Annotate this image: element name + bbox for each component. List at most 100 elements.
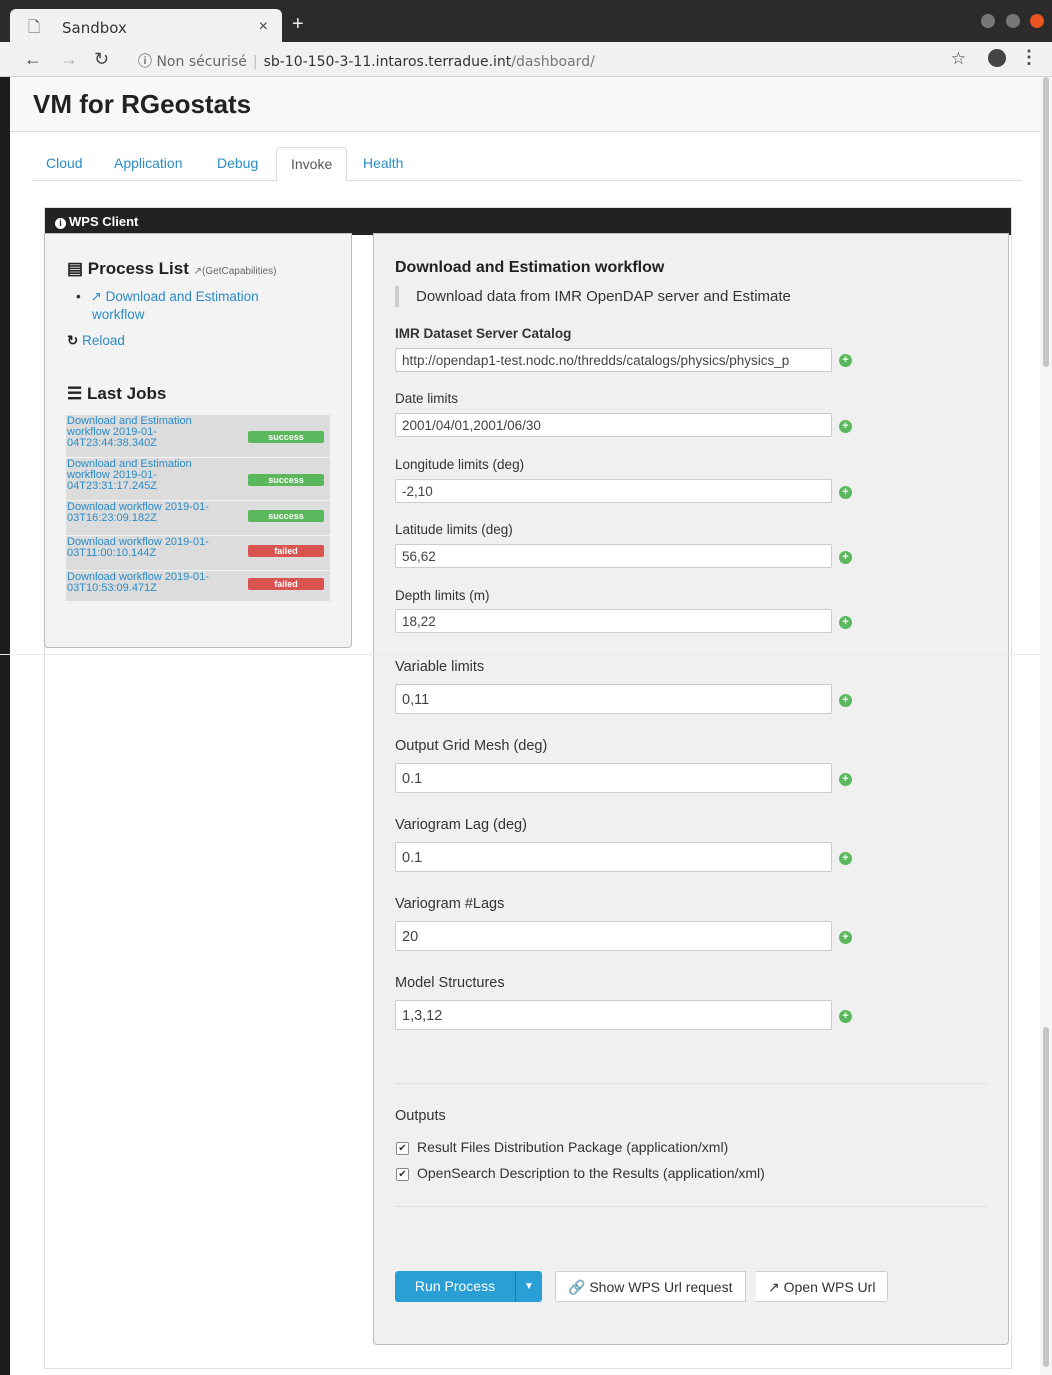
field-label: IMR Dataset Server Catalog bbox=[395, 326, 572, 341]
process-link[interactable]: Download and Estimation bbox=[106, 289, 259, 304]
reload-label: Reload bbox=[82, 333, 125, 348]
show-url-label: Show WPS Url request bbox=[589, 1279, 733, 1295]
process-link-continued[interactable]: workflow bbox=[92, 307, 145, 322]
server-icon: ☰ bbox=[67, 384, 83, 403]
form-description: Download data from IMR OpenDAP server an… bbox=[416, 288, 791, 305]
job-name[interactable]: Download and Estimation workflow 2019-01… bbox=[67, 416, 237, 449]
divider bbox=[395, 1083, 987, 1084]
longitude-input[interactable]: -2,10 bbox=[395, 479, 832, 503]
job-name[interactable]: Download workflow 2019-01-03T16:23:09.18… bbox=[67, 502, 237, 524]
status-badge: failed bbox=[248, 578, 324, 590]
maximize-icon[interactable] bbox=[1005, 14, 1020, 28]
url-host: sb-10-150-3-11.intaros.terradue.int bbox=[263, 54, 512, 70]
job-row[interactable]: Download and Estimation workflow 2019-01… bbox=[66, 414, 330, 457]
field-label: Depth limits (m) bbox=[395, 588, 490, 603]
document-icon: 🗋 bbox=[28, 19, 41, 36]
checkbox[interactable]: ✔ bbox=[396, 1141, 409, 1155]
open-url-label: Open WPS Url bbox=[783, 1279, 876, 1295]
job-name[interactable]: Download workflow 2019-01-03T10:53:09.47… bbox=[67, 572, 237, 594]
add-plus-icon[interactable]: + bbox=[839, 486, 852, 499]
job-name[interactable]: Download and Estimation workflow 2019-01… bbox=[67, 459, 237, 492]
window-edge bbox=[0, 77, 10, 1375]
security-label: Non sécurisé bbox=[156, 54, 247, 70]
variogram-lag-input[interactable]: 0.1 bbox=[395, 842, 832, 872]
link-icon: 🔗 bbox=[568, 1279, 586, 1295]
process-list-title: Process List bbox=[87, 259, 189, 278]
job-row[interactable]: Download workflow 2019-01-03T10:53:09.47… bbox=[66, 570, 330, 601]
add-plus-icon[interactable]: + bbox=[839, 354, 852, 367]
address-bar: ← → ↻ ⓘ Non sécurisé | sb-10-150-3-11.inta… bbox=[0, 42, 1052, 77]
reload-page-icon[interactable]: ↻ bbox=[94, 49, 109, 70]
add-plus-icon[interactable]: + bbox=[839, 931, 852, 944]
tab-debug[interactable]: Debug bbox=[203, 147, 272, 180]
close-window-icon[interactable] bbox=[1030, 14, 1044, 28]
output-label: Result Files Distribution Package (appli… bbox=[417, 1139, 729, 1155]
new-tab-button[interactable]: + bbox=[292, 14, 304, 34]
browser-tabbar: 🗋 Sandbox × + bbox=[0, 0, 1052, 42]
job-row[interactable]: Download workflow 2019-01-03T16:23:09.18… bbox=[66, 500, 330, 535]
add-plus-icon[interactable]: + bbox=[839, 420, 852, 433]
depth-input[interactable]: 18,22 bbox=[395, 609, 832, 633]
browser-menu-icon[interactable]: ⋮ bbox=[1020, 47, 1038, 68]
url-path: /dashboard/ bbox=[511, 54, 595, 70]
scroll-thumb[interactable] bbox=[1043, 77, 1049, 367]
panel-title: WPS Client bbox=[69, 214, 139, 229]
blockquote-bar bbox=[395, 286, 399, 307]
catalog-input[interactable]: http://opendap1-test.nodc.no/thredds/cat… bbox=[395, 348, 832, 372]
url-field[interactable]: ⓘ Non sécurisé | sb-10-150-3-11.intaros.te… bbox=[138, 51, 595, 71]
bookmark-star-icon[interactable]: ☆ bbox=[951, 49, 966, 69]
get-capabilities-link[interactable]: (GetCapabilities) bbox=[202, 266, 276, 277]
date-limits-input[interactable]: 2001/04/01,2001/06/30 bbox=[395, 413, 832, 437]
caret-down-icon[interactable]: ▼ bbox=[515, 1271, 542, 1302]
forward-icon[interactable]: → bbox=[60, 49, 78, 70]
add-plus-icon[interactable]: + bbox=[839, 852, 852, 865]
field-label: Output Grid Mesh (deg) bbox=[395, 738, 548, 754]
add-plus-icon[interactable]: + bbox=[839, 1010, 852, 1023]
latitude-input[interactable]: 56,62 bbox=[395, 544, 832, 568]
model-structures-input[interactable]: 1,3,12 bbox=[395, 1000, 832, 1030]
output-checkbox-row[interactable]: ✔ OpenSearch Description to the Results (… bbox=[396, 1165, 765, 1181]
back-icon[interactable]: ← bbox=[24, 49, 42, 70]
account-icon[interactable] bbox=[988, 49, 1006, 67]
variogram-lags-input[interactable]: 20 bbox=[395, 921, 832, 951]
status-badge: success bbox=[248, 431, 324, 443]
grid-mesh-input[interactable]: 0.1 bbox=[395, 763, 832, 793]
info-circle-icon: i bbox=[55, 218, 66, 229]
job-name[interactable]: Download workflow 2019-01-03T11:00:10.14… bbox=[67, 537, 237, 559]
browser-tab-title: Sandbox bbox=[62, 19, 127, 37]
add-plus-icon[interactable]: + bbox=[839, 551, 852, 564]
external-link-icon: ↗ bbox=[90, 289, 102, 304]
scroll-thumb[interactable] bbox=[1043, 1027, 1049, 1367]
job-row[interactable]: Download and Estimation workflow 2019-01… bbox=[66, 457, 330, 500]
outputs-title: Outputs bbox=[395, 1108, 446, 1124]
close-tab-icon[interactable]: × bbox=[259, 18, 268, 36]
checkbox[interactable]: ✔ bbox=[396, 1167, 409, 1181]
minimize-icon[interactable] bbox=[981, 14, 996, 28]
variable-limits-input[interactable]: 0,11 bbox=[395, 684, 832, 714]
run-process-button[interactable]: Run Process bbox=[395, 1271, 515, 1302]
show-wps-url-button[interactable]: 🔗 Show WPS Url request bbox=[555, 1271, 746, 1302]
process-list-heading: ▤ Process List ↗(GetCapabilities) bbox=[67, 259, 277, 279]
tab-invoke[interactable]: Invoke bbox=[276, 147, 348, 182]
tab-cloud[interactable]: Cloud bbox=[32, 147, 97, 180]
info-icon: ⓘ bbox=[138, 54, 157, 70]
reload-link[interactable]: ↻ Reload bbox=[67, 333, 125, 349]
jobs-list: Download and Estimation workflow 2019-01… bbox=[66, 414, 330, 601]
window-controls bbox=[975, 14, 1044, 33]
add-plus-icon[interactable]: + bbox=[839, 694, 852, 707]
tab-application[interactable]: Application bbox=[100, 147, 197, 180]
scrollbar[interactable] bbox=[1040, 77, 1052, 1375]
open-wps-url-button[interactable]: ↗ Open WPS Url bbox=[756, 1271, 889, 1302]
add-plus-icon[interactable]: + bbox=[839, 616, 852, 629]
main-tabs: Cloud Application Debug Invoke Health bbox=[32, 147, 1022, 182]
browser-tab[interactable]: 🗋 Sandbox × bbox=[10, 9, 282, 42]
output-checkbox-row[interactable]: ✔ Result Files Distribution Package (appl… bbox=[396, 1139, 728, 1155]
job-row[interactable]: Download workflow 2019-01-03T11:00:10.14… bbox=[66, 535, 330, 570]
bullet: • bbox=[76, 289, 81, 304]
add-plus-icon[interactable]: + bbox=[839, 773, 852, 786]
last-jobs-heading: ☰ Last Jobs bbox=[67, 384, 166, 404]
field-label: Variogram #Lags bbox=[395, 896, 505, 912]
tab-health[interactable]: Health bbox=[349, 147, 417, 180]
refresh-icon: ↻ bbox=[67, 333, 79, 348]
form-title: Download and Estimation workflow bbox=[395, 259, 665, 276]
